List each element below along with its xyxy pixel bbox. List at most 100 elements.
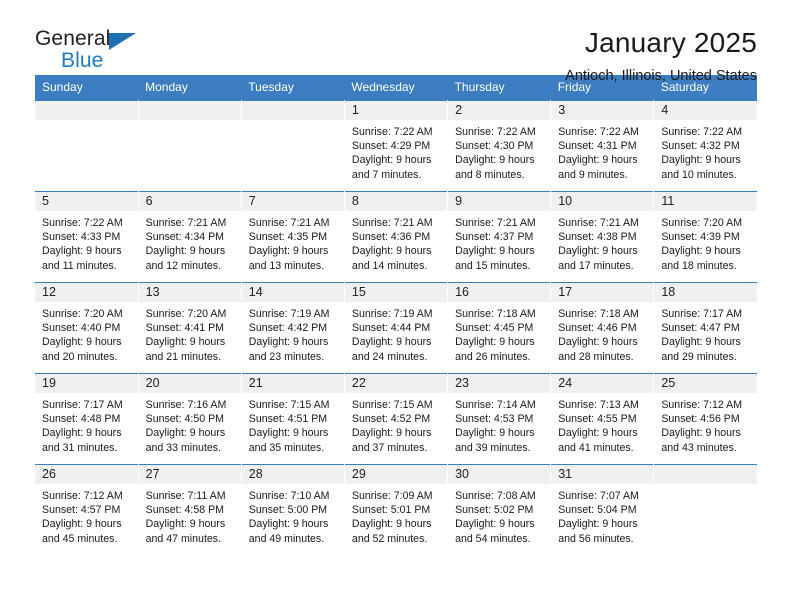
day-details: Sunrise: 7:12 AM Sunset: 4:57 PM Daylight:…	[35, 484, 138, 546]
daylight-duration-line2: and 8 minutes.	[455, 168, 525, 181]
daylight-duration-line2: and 23 minutes.	[248, 350, 325, 363]
day-number: 16	[448, 283, 551, 302]
page-header: General Blue January 2025 Antioch, Illin…	[35, 0, 757, 84]
calendar-day-cell[interactable]: 8 Sunrise: 7:21 AM Sunset: 4:36 PM Daylight…	[344, 191, 449, 283]
calendar-day-cell[interactable]: 14 Sunrise: 7:19 AM Sunset: 4:42 PM Dayligh…	[241, 282, 345, 374]
sunrise-time: Sunrise: 7:16 AM	[145, 399, 227, 411]
daylight-duration-line1: Daylight: 9 hours	[455, 154, 535, 167]
day-number: 12	[35, 283, 138, 302]
calendar-day-cell[interactable]: 9 Sunrise: 7:21 AM Sunset: 4:37 PM Daylight…	[447, 191, 552, 283]
sunset-time: Sunset: 4:57 PM	[42, 504, 121, 517]
day-number: 6	[138, 192, 241, 211]
calendar-day-cell[interactable]: 13 Sunrise: 7:20 AM Sunset: 4:41 PM Dayligh…	[138, 282, 242, 374]
sunset-time: Sunset: 4:34 PM	[145, 231, 224, 244]
calendar-week-row: 12 Sunrise: 7:20 AM Sunset: 4:40 PM Dayligh…	[35, 282, 757, 374]
calendar-cell-empty	[35, 100, 139, 192]
day-number: 23	[448, 374, 551, 393]
calendar-day-cell[interactable]: 16 Sunrise: 7:18 AM Sunset: 4:45 PM Dayligh…	[447, 282, 552, 374]
sunrise-time: Sunrise: 7:20 AM	[42, 308, 123, 320]
daylight-duration-line1: Daylight: 9 hours	[351, 518, 432, 531]
day-details: Sunrise: 7:22 AM Sunset: 4:29 PM Daylight:…	[345, 120, 447, 182]
daylight-duration-line1: Daylight: 9 hours	[455, 518, 535, 531]
calendar-day-cell[interactable]: 19 Sunrise: 7:17 AM Sunset: 4:48 PM Dayligh…	[35, 373, 139, 465]
calendar-day-cell[interactable]: 29 Sunrise: 7:09 AM Sunset: 5:01 PM Dayligh…	[344, 464, 449, 555]
sunrise-time: Sunrise: 7:19 AM	[351, 308, 433, 320]
calendar-day-cell[interactable]: 25 Sunrise: 7:12 AM Sunset: 4:56 PM Dayligh…	[653, 373, 757, 465]
day-number: 7	[241, 192, 344, 211]
day-details: Sunrise: 7:17 AM Sunset: 4:47 PM Daylight:…	[654, 302, 757, 364]
daylight-duration-line2: and 47 minutes.	[145, 532, 222, 545]
calendar-week-row: 5 Sunrise: 7:22 AM Sunset: 4:33 PM Daylight…	[35, 191, 757, 283]
calendar-day-cell[interactable]: 27 Sunrise: 7:11 AM Sunset: 4:58 PM Dayligh…	[138, 464, 242, 555]
sunset-time: Sunset: 4:41 PM	[145, 322, 224, 335]
calendar-day-cell[interactable]: 18 Sunrise: 7:17 AM Sunset: 4:47 PM Dayligh…	[653, 282, 757, 374]
day-details: Sunrise: 7:19 AM Sunset: 4:42 PM Daylight:…	[242, 302, 344, 364]
calendar-day-cell[interactable]: 10 Sunrise: 7:21 AM Sunset: 4:38 PM Dayligh…	[550, 191, 655, 283]
daylight-duration-line1: Daylight: 9 hours	[42, 427, 122, 440]
sunset-time: Sunset: 5:00 PM	[248, 504, 328, 517]
calendar-day-cell[interactable]: 24 Sunrise: 7:13 AM Sunset: 4:55 PM Dayligh…	[550, 373, 655, 465]
day-details: Sunrise: 7:15 AM Sunset: 4:52 PM Daylight:…	[345, 393, 447, 455]
calendar-day-cell[interactable]: 28 Sunrise: 7:10 AM Sunset: 5:00 PM Dayligh…	[241, 464, 345, 555]
calendar-day-cell[interactable]: 12 Sunrise: 7:20 AM Sunset: 4:40 PM Dayligh…	[35, 282, 139, 374]
day-details: Sunrise: 7:18 AM Sunset: 4:46 PM Daylight:…	[551, 302, 653, 364]
sunset-time: Sunset: 4:31 PM	[558, 140, 637, 153]
day-details: Sunrise: 7:09 AM Sunset: 5:01 PM Daylight:…	[345, 484, 447, 546]
calendar-day-cell[interactable]: 23 Sunrise: 7:14 AM Sunset: 4:53 PM Dayligh…	[447, 373, 552, 465]
calendar-day-cell[interactable]: 26 Sunrise: 7:12 AM Sunset: 4:57 PM Dayligh…	[35, 464, 139, 555]
daylight-duration-line2: and 43 minutes.	[661, 441, 737, 454]
sunset-time: Sunset: 4:52 PM	[351, 413, 431, 426]
sunset-time: Sunset: 4:37 PM	[455, 231, 534, 244]
daylight-duration-line1: Daylight: 9 hours	[351, 245, 432, 258]
day-details: Sunrise: 7:07 AM Sunset: 5:04 PM Daylight:…	[551, 484, 653, 546]
calendar-day-cell[interactable]: 11 Sunrise: 7:20 AM Sunset: 4:39 PM Dayligh…	[653, 191, 757, 283]
calendar-day-cell[interactable]: 15 Sunrise: 7:19 AM Sunset: 4:44 PM Dayligh…	[344, 282, 449, 374]
calendar-day-cell[interactable]: 20 Sunrise: 7:16 AM Sunset: 4:50 PM Dayligh…	[138, 373, 242, 465]
daylight-duration-line1: Daylight: 9 hours	[558, 427, 638, 440]
calendar-day-cell[interactable]: 31 Sunrise: 7:07 AM Sunset: 5:04 PM Dayligh…	[550, 464, 655, 555]
sunrise-time: Sunrise: 7:20 AM	[661, 217, 743, 229]
general-blue-logo[interactable]: General Blue	[35, 28, 185, 76]
day-details: Sunrise: 7:22 AM Sunset: 4:33 PM Daylight:…	[35, 211, 138, 273]
day-details: Sunrise: 7:13 AM Sunset: 4:55 PM Daylight:…	[551, 393, 653, 455]
daylight-duration-line2: and 13 minutes.	[248, 259, 325, 272]
calendar-day-cell[interactable]: 3 Sunrise: 7:22 AM Sunset: 4:31 PM Daylight…	[550, 100, 655, 192]
day-number: 24	[551, 374, 654, 393]
day-number: 15	[344, 283, 448, 302]
day-details: Sunrise: 7:17 AM Sunset: 4:48 PM Daylight:…	[35, 393, 138, 455]
calendar-week-row: 1 Sunrise: 7:22 AM Sunset: 4:29 PM Daylight…	[35, 100, 757, 192]
calendar-day-cell[interactable]: 2 Sunrise: 7:22 AM Sunset: 4:30 PM Daylight…	[447, 100, 552, 192]
sunset-time: Sunset: 4:58 PM	[145, 504, 224, 517]
day-number: 5	[35, 192, 138, 211]
calendar-day-cell[interactable]: 4 Sunrise: 7:22 AM Sunset: 4:32 PM Daylight…	[653, 100, 757, 192]
calendar-day-cell[interactable]: 30 Sunrise: 7:08 AM Sunset: 5:02 PM Dayligh…	[447, 464, 552, 555]
calendar-day-cell[interactable]: 21 Sunrise: 7:15 AM Sunset: 4:51 PM Dayligh…	[241, 373, 345, 465]
calendar-day-cell[interactable]: 1 Sunrise: 7:22 AM Sunset: 4:29 PM Daylight…	[344, 100, 449, 192]
sunrise-time: Sunrise: 7:21 AM	[145, 217, 227, 229]
day-number: 21	[241, 374, 344, 393]
calendar-day-cell[interactable]: 17 Sunrise: 7:18 AM Sunset: 4:46 PM Dayligh…	[550, 282, 655, 374]
daylight-duration-line1: Daylight: 9 hours	[661, 245, 741, 258]
sunset-time: Sunset: 4:56 PM	[661, 413, 740, 426]
calendar-day-cell[interactable]: 5 Sunrise: 7:22 AM Sunset: 4:33 PM Daylight…	[35, 191, 139, 283]
weekday-header-monday: Monday	[138, 75, 242, 101]
day-number	[241, 101, 344, 120]
sunset-time: Sunset: 4:33 PM	[42, 231, 121, 244]
day-details: Sunrise: 7:21 AM Sunset: 4:36 PM Daylight:…	[345, 211, 447, 273]
sunrise-time: Sunrise: 7:11 AM	[145, 490, 226, 502]
sunrise-time: Sunrise: 7:08 AM	[455, 490, 536, 502]
day-number: 14	[241, 283, 344, 302]
calendar-day-cell[interactable]: 6 Sunrise: 7:21 AM Sunset: 4:34 PM Daylight…	[138, 191, 242, 283]
day-number: 28	[241, 465, 344, 484]
sunrise-time: Sunrise: 7:21 AM	[558, 217, 639, 229]
day-details: Sunrise: 7:14 AM Sunset: 4:53 PM Daylight:…	[448, 393, 550, 455]
calendar-day-cell[interactable]: 7 Sunrise: 7:21 AM Sunset: 4:35 PM Daylight…	[241, 191, 345, 283]
day-details: Sunrise: 7:12 AM Sunset: 4:56 PM Daylight:…	[654, 393, 757, 455]
daylight-duration-line1: Daylight: 9 hours	[42, 336, 122, 349]
daylight-duration-line1: Daylight: 9 hours	[661, 336, 741, 349]
day-details: Sunrise: 7:22 AM Sunset: 4:32 PM Daylight:…	[654, 120, 757, 182]
day-number	[138, 101, 241, 120]
sunset-time: Sunset: 5:02 PM	[455, 504, 534, 517]
calendar-day-cell[interactable]: 22 Sunrise: 7:15 AM Sunset: 4:52 PM Dayligh…	[344, 373, 449, 465]
daylight-duration-line1: Daylight: 9 hours	[351, 427, 432, 440]
